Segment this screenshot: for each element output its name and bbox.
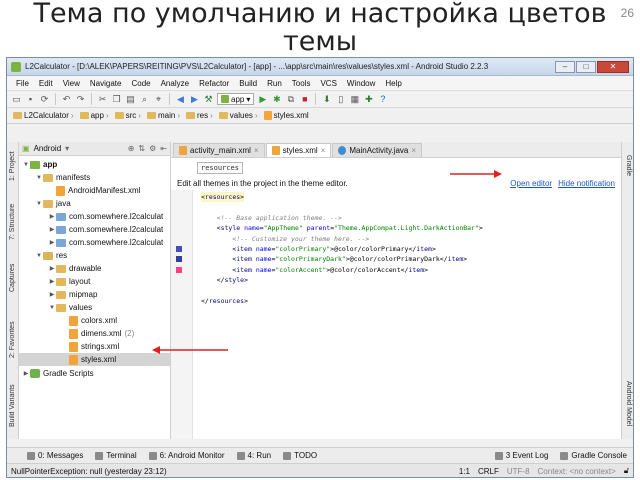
annotation-arrow-styles-xml bbox=[152, 346, 228, 354]
